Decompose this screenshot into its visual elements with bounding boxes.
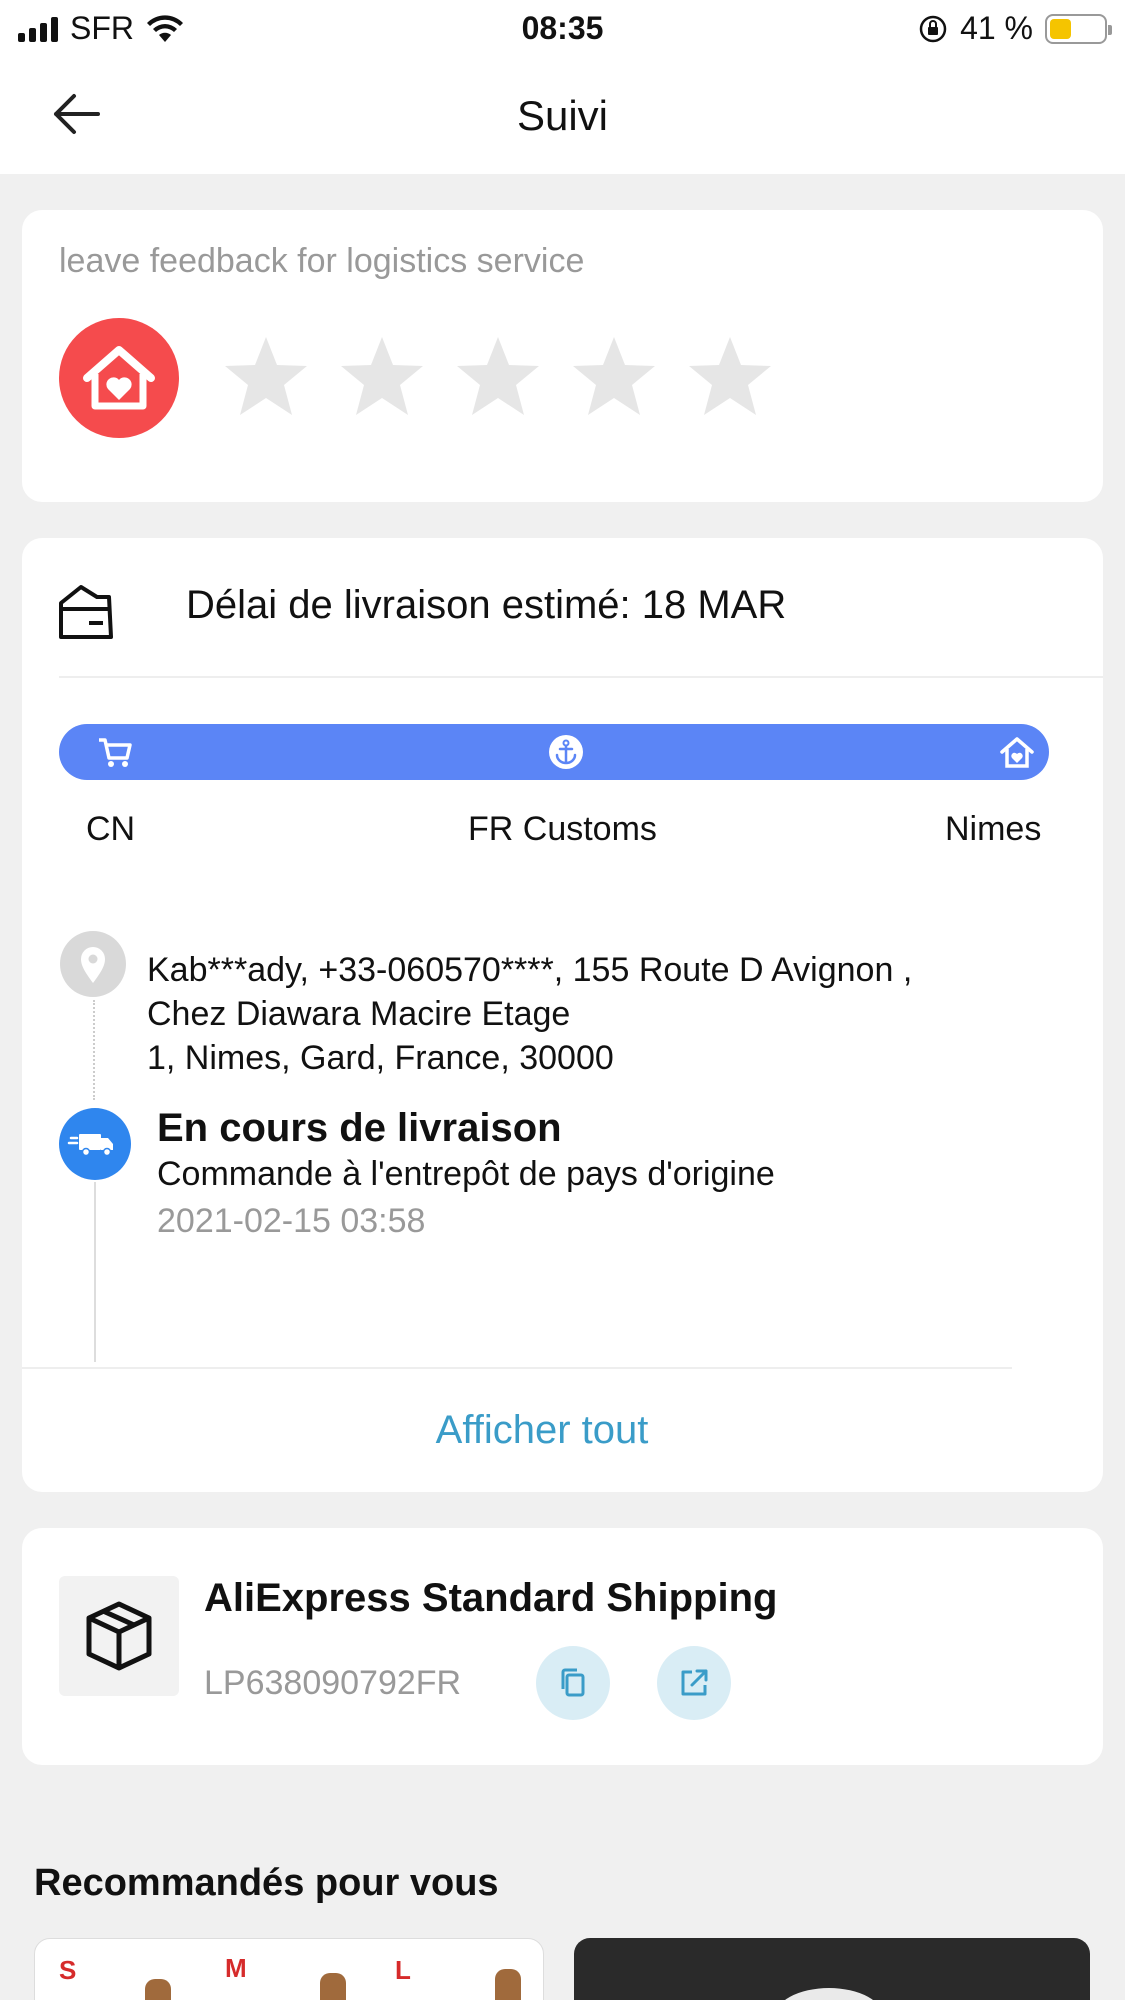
stop-origin: CN <box>86 810 136 848</box>
status-description: Commande à l'entrepôt de pays d'origine <box>157 1155 775 1193</box>
feedback-card: leave feedback for logistics service <box>22 210 1103 502</box>
location-pin <box>60 931 126 997</box>
stop-destination: Nimes <box>945 810 1042 848</box>
divider <box>59 676 1103 678</box>
package-icon <box>86 1601 152 1671</box>
truck-icon <box>67 1134 113 1157</box>
status-timestamp: 2021-02-15 03:58 <box>157 1202 426 1240</box>
address-line: Chez Diawara Macire Etage <box>147 995 571 1033</box>
tracking-number: LP638090792FR <box>204 1664 462 1702</box>
star-icon[interactable] <box>222 333 310 421</box>
product-image <box>145 1979 171 2000</box>
tracking-progress-bar <box>59 724 1049 780</box>
delivery-address: Kab***ady, +33-060570****, 155 Route D A… <box>147 948 1067 1080</box>
product-image <box>774 1988 884 2000</box>
star-icon[interactable] <box>686 333 774 421</box>
show-all-button[interactable]: Afficher tout <box>22 1408 1062 1453</box>
battery-icon <box>1045 13 1112 44</box>
anchor-icon <box>549 735 583 769</box>
star-icon[interactable] <box>454 333 542 421</box>
shipping-card: AliExpress Standard Shipping LP638090792… <box>22 1528 1103 1765</box>
recommendations-title: Recommandés pour vous <box>34 1862 499 1904</box>
copy-button[interactable] <box>536 1646 610 1720</box>
size-label: L <box>395 1955 411 1985</box>
feedback-label: leave feedback for logistics service <box>59 242 585 280</box>
status-title: En cours de livraison <box>157 1106 562 1150</box>
open-link-button[interactable] <box>657 1646 731 1720</box>
status-right: 41 % <box>918 10 1112 47</box>
home-icon <box>1000 737 1034 768</box>
rotation-lock-icon <box>919 15 947 42</box>
delivery-box-icon <box>59 585 113 639</box>
product-image <box>495 1969 521 2000</box>
status-marker <box>59 1108 131 1180</box>
external-link-icon <box>681 1669 708 1696</box>
delivery-estimate: Délai de livraison estimé: 18 MAR <box>186 583 787 627</box>
size-label: M <box>225 1953 247 1983</box>
copy-icon <box>561 1668 585 1697</box>
product-card[interactable]: S M L <box>34 1938 544 2000</box>
rating-stars <box>222 333 774 421</box>
battery-percent: 41 % <box>960 10 1033 46</box>
star-icon[interactable] <box>570 333 658 421</box>
delivery-card: Délai de livraison estimé: 18 MAR CN FR … <box>22 538 1103 1492</box>
product-image <box>320 1973 346 2000</box>
product-card[interactable] <box>574 1938 1090 2000</box>
address-line: Kab***ady, +33-060570****, 155 Route D A… <box>147 951 913 989</box>
page-title: Suivi <box>516 92 609 139</box>
home-heart-icon <box>83 346 155 410</box>
package-thumb <box>59 1576 179 1696</box>
cart-icon <box>99 738 132 767</box>
navigation-bar: Suivi <box>0 56 1125 174</box>
timeline-connector <box>93 1000 95 1100</box>
stop-customs: FR Customs <box>468 810 657 848</box>
logistics-avatar <box>59 318 179 438</box>
location-pin-icon <box>81 947 105 983</box>
size-label: S <box>59 1955 77 1985</box>
divider <box>22 1367 1012 1369</box>
star-icon[interactable] <box>338 333 426 421</box>
shipping-method: AliExpress Standard Shipping <box>204 1576 778 1620</box>
address-line: 1, Nimes, Gard, France, 30000 <box>147 1039 614 1077</box>
status-bar: SFR 08:35 41 % <box>0 0 1125 56</box>
timeline-line <box>94 1182 96 1362</box>
